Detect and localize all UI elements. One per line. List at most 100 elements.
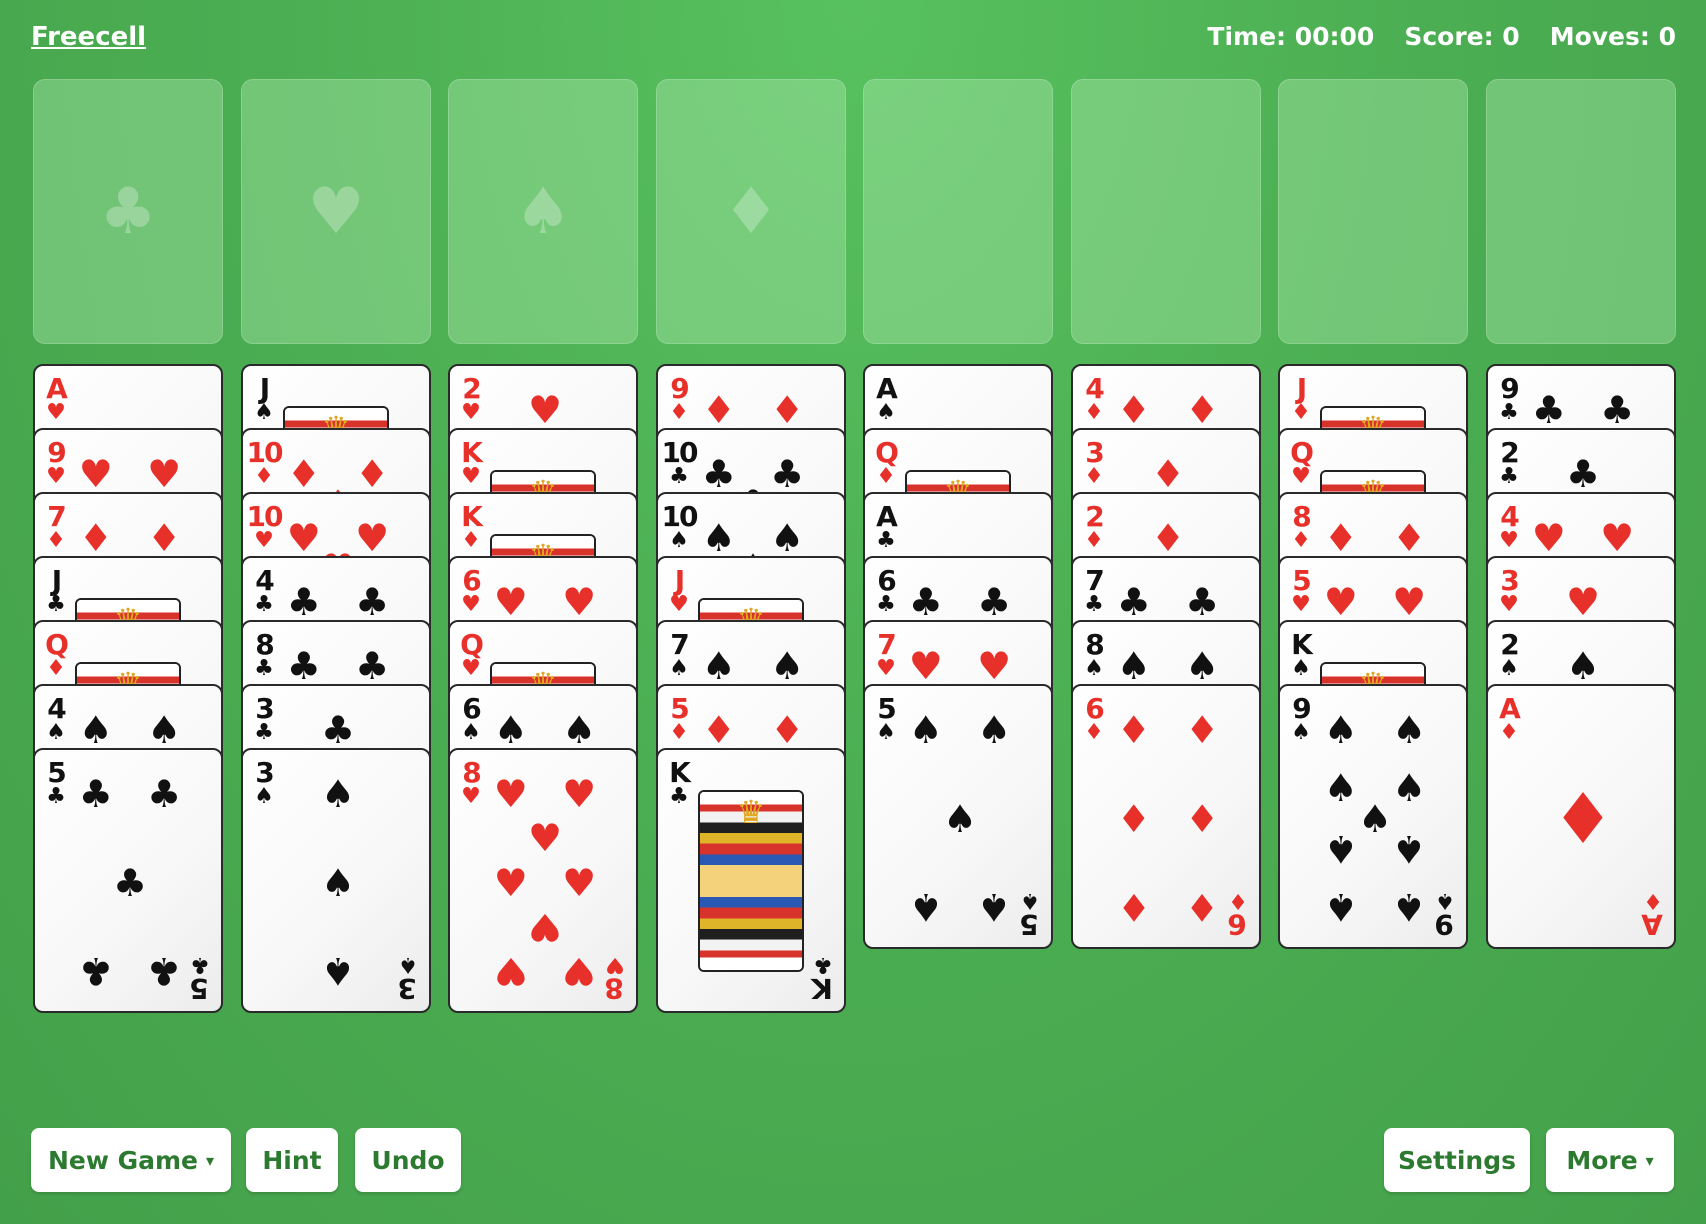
- heart-icon: ♥: [461, 464, 481, 489]
- foundation-diamonds[interactable]: ♦: [656, 79, 846, 344]
- card-index-bottom: K ♣: [810, 952, 836, 1005]
- diamond-icon: ♦: [722, 174, 780, 249]
- club-icon: ♣: [112, 860, 148, 905]
- card-rank: 6: [1229, 908, 1247, 941]
- diamond-icon: ♦: [1643, 888, 1663, 913]
- diamond-icon: ♦: [1084, 720, 1104, 745]
- diamond-icon: ♦: [1116, 885, 1151, 929]
- card-index: 3 ♠: [251, 758, 277, 808]
- settings-button[interactable]: Settings: [1384, 1128, 1530, 1192]
- undo-label: Undo: [371, 1145, 445, 1175]
- card-index: J ♥: [666, 566, 692, 616]
- card-index: 2 ♥: [458, 374, 484, 424]
- card-index: 5 ♠: [873, 694, 899, 744]
- club-icon: ♣: [813, 952, 833, 977]
- free-cell-3[interactable]: [1278, 79, 1468, 344]
- playing-card-8-of-hearts[interactable]: 8 ♥ 8 ♥ ♥ ♥ ♥ ♥ ♥ ♥ ♥ ♥: [448, 748, 638, 1013]
- diamond-icon: ♦: [46, 528, 66, 553]
- new-game-button[interactable]: New Game ▾: [31, 1128, 231, 1192]
- card-index: 7 ♦: [43, 502, 69, 552]
- heart-icon: ♥: [461, 592, 481, 617]
- card-rank: 9: [1436, 908, 1454, 941]
- card-index: 4 ♦: [1081, 374, 1107, 424]
- spade-icon: ♠: [147, 708, 182, 752]
- heart-icon: ♥: [147, 452, 182, 496]
- free-cell-1[interactable]: [863, 79, 1053, 344]
- playing-card-5-of-clubs[interactable]: 5 ♣ 5 ♣ ♣ ♣ ♣ ♣ ♣: [33, 748, 223, 1013]
- playing-card-5-of-spades[interactable]: 5 ♠ 5 ♠ ♠ ♠ ♠ ♠ ♠: [863, 684, 1053, 949]
- spade-icon: ♠: [493, 708, 528, 752]
- card-index: 2 ♣: [1496, 438, 1522, 488]
- card-rank: 5: [1021, 908, 1039, 941]
- club-icon: ♣: [908, 580, 943, 624]
- heart-icon: ♥: [669, 592, 689, 617]
- playing-card-A-of-diamonds[interactable]: A ♦ A ♦ ♦: [1486, 684, 1676, 949]
- club-icon: ♣: [669, 784, 689, 809]
- diamond-icon: ♦: [1116, 708, 1151, 752]
- club-icon: ♣: [46, 784, 66, 809]
- spade-icon: ♠: [320, 860, 356, 905]
- card-index: K ♠: [1288, 630, 1314, 680]
- hint-button[interactable]: Hint: [246, 1128, 338, 1192]
- card-index: 9 ♥: [43, 438, 69, 488]
- heart-icon: ♥: [1392, 580, 1427, 624]
- foundation-spades[interactable]: ♠: [448, 79, 638, 344]
- heart-icon: ♥: [977, 644, 1012, 688]
- card-index: 3 ♦: [1081, 438, 1107, 488]
- card-index: Q ♥: [458, 630, 484, 680]
- club-icon: ♣: [320, 708, 356, 752]
- card-pips: ♦ ♦ ♦ ♦ ♦ ♦: [1107, 694, 1229, 943]
- heart-icon: ♥: [1499, 592, 1519, 617]
- foundation-hearts[interactable]: ♥: [241, 79, 431, 344]
- club-icon: ♣: [701, 452, 736, 496]
- card-pips: ♥ ♥ ♥ ♥ ♥ ♥ ♥ ♥: [484, 758, 606, 1007]
- heart-icon: ♥: [78, 452, 113, 496]
- club-icon: ♣: [254, 720, 274, 745]
- diamond-icon: ♦: [1084, 464, 1104, 489]
- diamond-icon: ♦: [1185, 885, 1220, 929]
- free-cell-2[interactable]: [1071, 79, 1261, 344]
- heart-icon: ♥: [562, 860, 597, 905]
- playing-card-9-of-spades[interactable]: 9 ♠ 9 ♠ ♠ ♠ ♠ ♠ ♠ ♠ ♠ ♠ ♠: [1278, 684, 1468, 949]
- crown-icon: ♛: [736, 793, 766, 831]
- spade-icon: ♠: [254, 784, 274, 809]
- spade-icon: ♠: [78, 708, 113, 752]
- card-index: 6 ♠: [458, 694, 484, 744]
- diamond-icon: ♦: [355, 452, 390, 496]
- spade-icon: ♠: [514, 174, 572, 249]
- foundation-clubs[interactable]: ♣: [33, 79, 223, 344]
- more-button[interactable]: More ▾: [1546, 1128, 1674, 1192]
- spade-icon: ♠: [1357, 796, 1393, 841]
- heart-icon: ♥: [908, 644, 943, 688]
- card-pips: ♠ ♠ ♠ ♠ ♠ ♠ ♠ ♠ ♠: [1314, 694, 1436, 943]
- club-icon: ♣: [1084, 592, 1104, 617]
- playing-card-3-of-spades[interactable]: 3 ♠ 3 ♠ ♠ ♠ ♠: [241, 748, 431, 1013]
- playing-card-K-of-clubs[interactable]: K ♣ K ♣ ♛: [656, 748, 846, 1013]
- card-index: A ♠: [873, 374, 899, 424]
- heart-icon: ♥: [286, 516, 321, 560]
- diamond-icon: ♦: [1150, 516, 1186, 560]
- club-icon: ♣: [286, 580, 321, 624]
- game-title-link[interactable]: Freecell: [31, 22, 146, 52]
- score: Score: 0: [1404, 22, 1520, 51]
- heart-icon: ♥: [1565, 580, 1601, 624]
- club-icon: ♣: [99, 174, 157, 249]
- spade-icon: ♠: [977, 708, 1012, 752]
- playing-card-6-of-diamonds[interactable]: 6 ♦ 6 ♦ ♦ ♦ ♦ ♦ ♦ ♦: [1071, 684, 1261, 949]
- card-index: 10 ♠: [662, 502, 699, 552]
- card-index: 6 ♦: [1081, 694, 1107, 744]
- card-index: 9 ♦: [666, 374, 692, 424]
- club-icon: ♣: [977, 580, 1012, 624]
- club-icon: ♣: [355, 580, 390, 624]
- card-index: K ♦: [458, 502, 484, 552]
- heart-icon: ♥: [605, 952, 625, 977]
- card-index: 5 ♦: [666, 694, 692, 744]
- heart-icon: ♥: [46, 400, 66, 425]
- undo-button[interactable]: Undo: [355, 1128, 461, 1192]
- free-cell-4[interactable]: [1486, 79, 1676, 344]
- club-icon: ♣: [147, 772, 182, 816]
- diamond-icon: ♦: [46, 656, 66, 681]
- settings-label: Settings: [1397, 1145, 1516, 1175]
- heart-icon: ♥: [1323, 580, 1358, 624]
- club-icon: ♣: [355, 644, 390, 688]
